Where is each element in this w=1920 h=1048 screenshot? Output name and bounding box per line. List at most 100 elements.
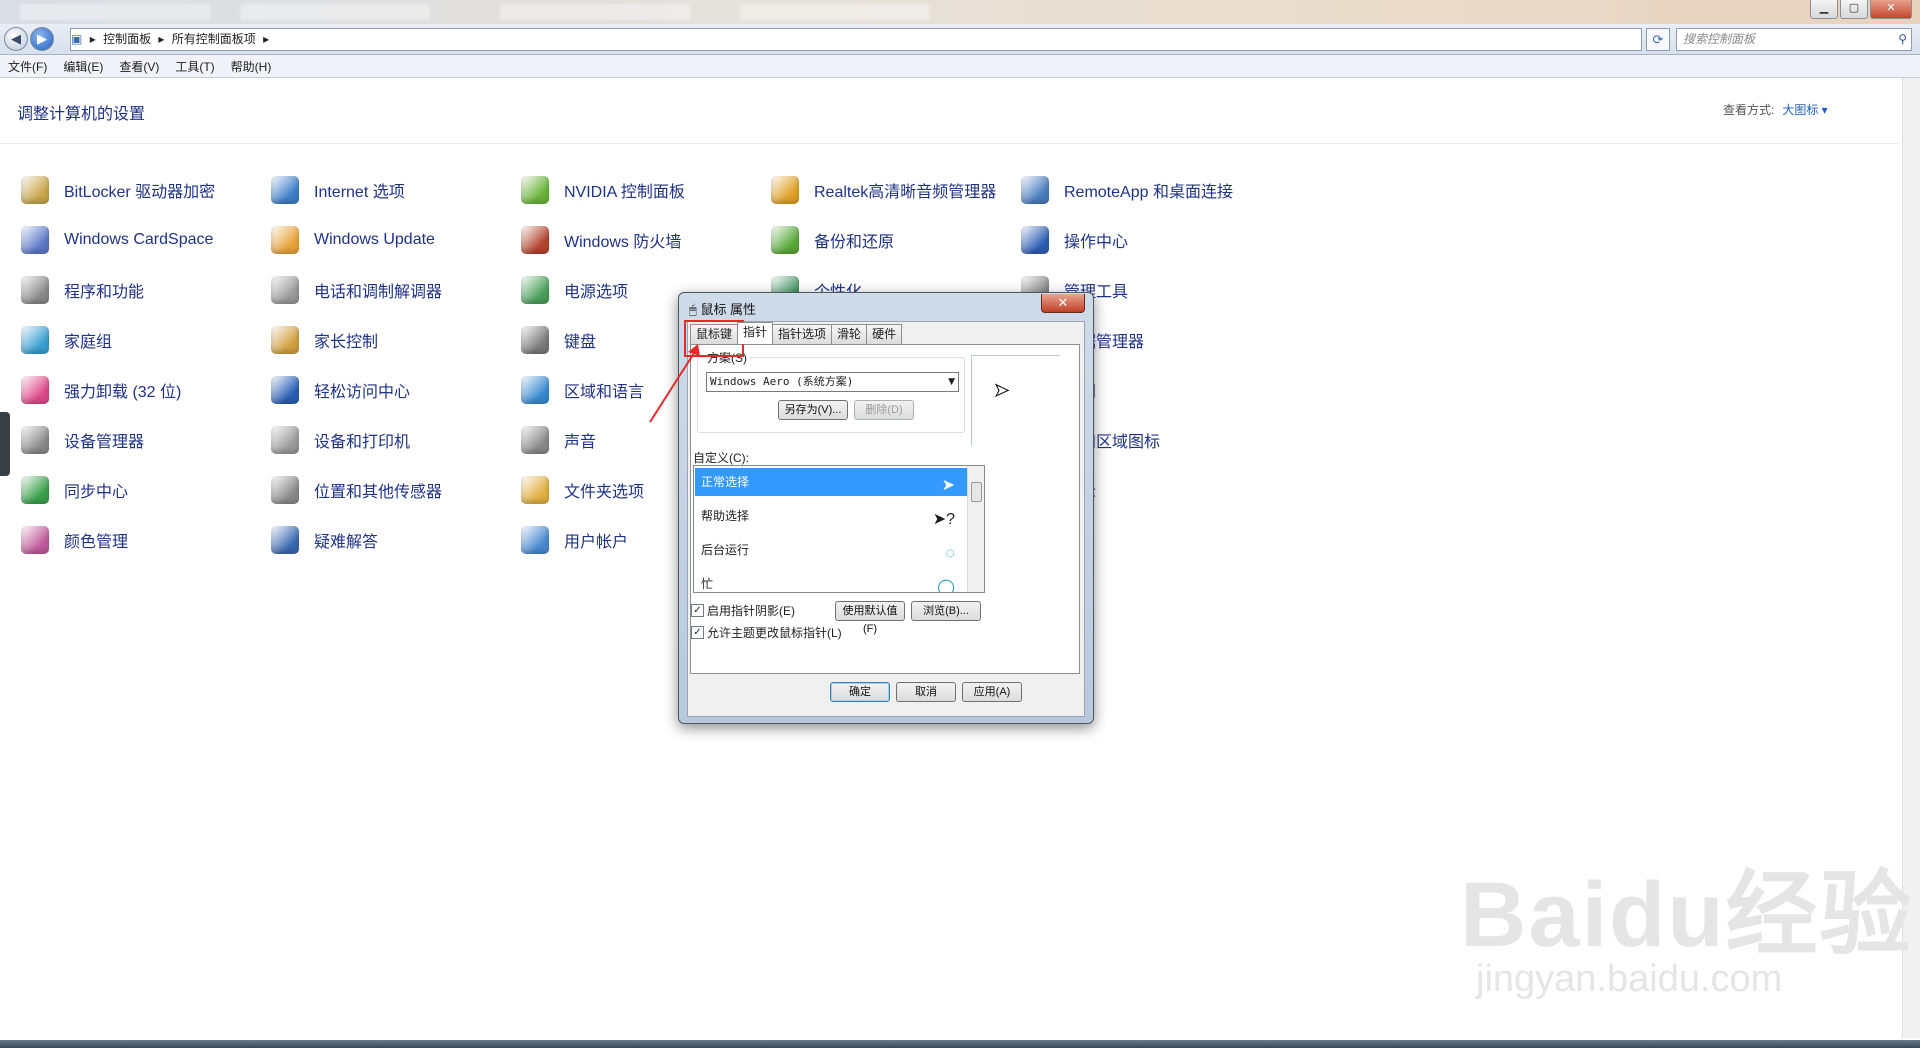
background-tab[interactable] [20, 4, 210, 20]
menu-tools[interactable]: 工具(T) [167, 58, 222, 75]
control-panel-item[interactable]: 区域和语言 [518, 372, 644, 408]
list-scrollbar[interactable] [967, 466, 984, 592]
scroll-thumb[interactable] [971, 482, 982, 502]
control-panel-item[interactable]: NVIDIA 控制面板 [518, 172, 685, 208]
tab-pointer-options[interactable]: 指针选项 [772, 324, 833, 344]
control-panel-item[interactable]: 疑难解答 [268, 522, 378, 558]
control-panel-item[interactable]: 备份和还原 [768, 222, 894, 258]
control-panel-item[interactable]: RemoteApp 和桌面连接 [1018, 172, 1233, 208]
checkbox-checked-icon[interactable]: ✓ [691, 604, 704, 617]
ok-button[interactable]: 确定 [830, 682, 890, 702]
menu-edit[interactable]: 编辑(E) [55, 58, 111, 75]
control-panel-item[interactable]: 文件夹选项 [518, 472, 644, 508]
apply-button[interactable]: 应用(A) [962, 682, 1022, 702]
ease-of-access-icon [268, 373, 302, 407]
dialog-title: 🖱 鼠标 属性 [689, 299, 756, 318]
control-panel-item-label: 同步中心 [64, 484, 129, 501]
control-panel-item[interactable]: Windows 防火墙 [518, 222, 681, 258]
control-panel-item[interactable]: Windows Update [268, 222, 435, 258]
arrow-cursor-icon: ➤ [993, 380, 1010, 401]
control-panel-item[interactable]: Windows CardSpace [18, 222, 213, 258]
side-handle[interactable] [0, 412, 10, 476]
control-panel-item-label: 键盘 [564, 334, 597, 351]
back-button[interactable]: ◀ [4, 27, 28, 51]
control-panel-item[interactable]: 设备管理器 [18, 422, 144, 458]
control-panel-item[interactable]: Internet 选项 [268, 172, 405, 208]
use-default-button[interactable]: 使用默认值(F) [835, 601, 905, 635]
scheme-group: Windows Aero (系统方案) ▼ 另存为(V)... 删除(D) [697, 357, 965, 433]
refresh-button[interactable]: ⟳ [1646, 28, 1670, 51]
browse-button[interactable]: 浏览(B)... [911, 601, 981, 621]
control-panel-item[interactable]: 位置和其他传感器 [268, 472, 442, 508]
dialog-body: 鼠标键 指针 指针选项 滑轮 硬件 Windows Aero (系统方案) ▼ 另… [687, 321, 1085, 717]
pointer-shadow-checkbox[interactable]: ✓ 启用指针阴影(E) [691, 602, 795, 619]
view-by-label: 查看方式: [1723, 103, 1775, 117]
control-panel-item[interactable]: 设备和打印机 [268, 422, 410, 458]
pointers-panel: Windows Aero (系统方案) ▼ 另存为(V)... 删除(D) 方案(… [690, 344, 1080, 674]
background-tab[interactable] [740, 4, 930, 20]
control-panel-item[interactable]: 用户帐户 [518, 522, 628, 558]
control-panel-item[interactable]: 电话和调制解调器 [268, 272, 442, 308]
pointer-list[interactable]: 正常选择➤帮助选择➤?后台运行◌忙◯精确选择| [693, 465, 985, 593]
breadcrumb-separator-icon: ▸ [158, 32, 165, 46]
pointer-list-item[interactable]: 后台运行 ◌ [695, 536, 967, 564]
windows-update-icon [268, 223, 302, 257]
dialog-close-button[interactable]: ✕ [1041, 294, 1085, 313]
control-panel-item[interactable]: 颜色管理 [18, 522, 128, 558]
menu-bar: 文件(F) 编辑(E) 查看(V) 工具(T) 帮助(H) [0, 55, 1920, 78]
menu-file[interactable]: 文件(F) [0, 58, 55, 75]
checkbox-checked-icon[interactable]: ✓ [691, 626, 704, 639]
scheme-select[interactable]: Windows Aero (系统方案) ▼ [706, 372, 959, 392]
control-panel-item[interactable]: 强力卸载 (32 位) [18, 372, 181, 408]
control-panel-item[interactable]: 家长控制 [268, 322, 378, 358]
address-bar[interactable]: ▣ ▸ 控制面板 ▸ 所有控制面板项 ▸ [70, 28, 1642, 51]
control-panel-item[interactable]: 键盘 [518, 322, 596, 358]
cancel-button[interactable]: 取消 [896, 682, 956, 702]
tab-pointers[interactable]: 指针 [737, 322, 774, 344]
close-button[interactable]: ✕ [1870, 0, 1912, 19]
address-toolbar: ◀ ▶ ▣ ▸ 控制面板 ▸ 所有控制面板项 ▸ ⟳ 搜索控制面板 ⚲ [0, 24, 1920, 55]
control-panel-item[interactable]: 程序和功能 [18, 272, 144, 308]
control-panel-item[interactable]: 同步中心 [18, 472, 128, 508]
background-tab[interactable] [500, 4, 690, 20]
search-input[interactable]: 搜索控制面板 ⚲ [1676, 28, 1912, 51]
pointer-list-item[interactable]: 正常选择 ➤ [695, 468, 967, 496]
control-panel-item[interactable]: 家庭组 [18, 322, 112, 358]
action-center-flag-icon [1018, 223, 1052, 257]
breadcrumb-control-panel[interactable]: 控制面板 [103, 32, 151, 46]
color-management-icon [18, 523, 52, 557]
watermark-url: jingyan.baidu.com [1476, 958, 1783, 1000]
control-panel-item[interactable]: Realtek高清晰音频管理器 [768, 172, 996, 208]
pointer-cursor-icon: ➤? [932, 511, 955, 528]
pointer-list-item[interactable]: 忙 ◯ [695, 570, 967, 592]
view-by-dropdown[interactable]: 大图标 ▾ [1782, 103, 1827, 117]
control-panel-item-label: Windows Update [314, 231, 435, 248]
delete-button[interactable]: 删除(D) [854, 400, 914, 420]
breadcrumb-all-items[interactable]: 所有控制面板项 [172, 32, 256, 46]
background-tab[interactable] [240, 4, 430, 20]
pointer-list-item[interactable]: 帮助选择 ➤? [695, 502, 967, 530]
save-as-button[interactable]: 另存为(V)... [778, 400, 848, 420]
homegroup-icon [18, 323, 52, 357]
control-panel-item-label: 电源选项 [564, 284, 629, 301]
control-panel-item-label: Realtek高清晰音频管理器 [814, 184, 997, 201]
pointer-cursor-icon: ◌ [945, 545, 955, 562]
control-panel-item[interactable]: 电源选项 [518, 272, 628, 308]
control-panel-item-label: 电话和调制解调器 [314, 284, 443, 301]
control-panel-item[interactable]: 轻松访问中心 [268, 372, 410, 408]
menu-help[interactable]: 帮助(H) [223, 58, 280, 75]
theme-pointer-checkbox[interactable]: ✓ 允许主题更改鼠标指针(L) [691, 624, 842, 641]
control-panel-item[interactable]: 操作中心 [1018, 222, 1128, 258]
tab-hardware[interactable]: 硬件 [866, 324, 903, 344]
tab-wheel[interactable]: 滑轮 [831, 324, 868, 344]
user-accounts-icon [518, 523, 552, 557]
control-panel-item-label: 操作中心 [1064, 234, 1129, 251]
maximize-button[interactable]: ▢ [1840, 0, 1868, 19]
control-panel-item[interactable]: BitLocker 驱动器加密 [18, 172, 215, 208]
menu-view[interactable]: 查看(V) [111, 58, 167, 75]
control-panel-item[interactable]: 声音 [518, 422, 596, 458]
control-panel-item-label: 强力卸载 (32 位) [64, 384, 182, 401]
minimize-button[interactable]: ▁ [1810, 0, 1838, 19]
search-icon[interactable]: ⚲ [1898, 29, 1907, 50]
forward-button[interactable]: ▶ [30, 27, 54, 51]
